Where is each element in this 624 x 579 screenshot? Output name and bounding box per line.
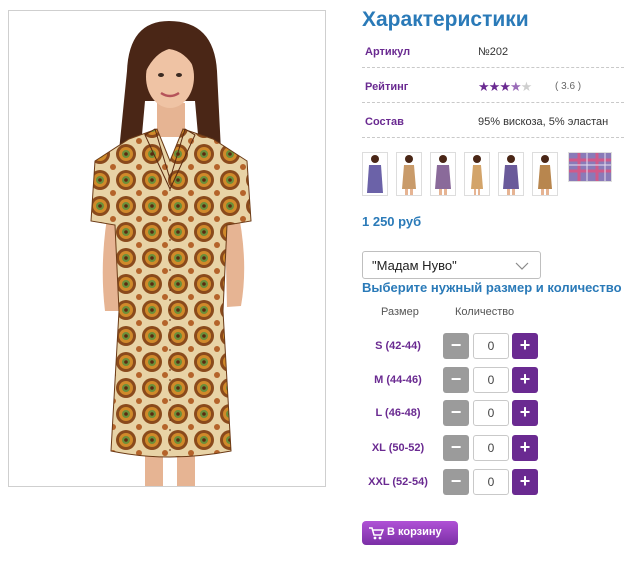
add-to-cart-button[interactable]: В корзину [362,521,458,545]
size-label: S (42-44) [375,340,421,352]
increase-button[interactable]: + [512,400,538,426]
brand-select-value: "Мадам Нуво" [372,258,457,273]
decrease-button[interactable]: − [443,333,469,359]
increase-button[interactable]: + [512,367,538,393]
size-column-header: Размер [381,306,419,318]
size-prompt: Выберите нужный размер и количество [362,280,622,295]
attribute-label: Состав [365,116,404,128]
size-row-xl: XL (50-52) − 0 + [362,435,562,461]
decrease-button[interactable]: − [443,367,469,393]
section-title: Характеристики [362,8,529,31]
quantity-input[interactable]: 0 [473,400,509,426]
thumbnail-image[interactable] [568,152,612,182]
thumbnail-image[interactable] [464,152,490,196]
attribute-label: Артикул [365,46,411,58]
decrease-button[interactable]: − [443,400,469,426]
star-icon: ★ [520,79,533,94]
size-label: M (44-46) [374,374,422,386]
attribute-value: №202 [478,46,509,58]
attribute-article: Артикул №202 [362,33,624,68]
cart-icon [368,526,385,543]
increase-button[interactable]: + [512,435,538,461]
size-row-xxl: XXL (52-54) − 0 + [362,469,562,495]
brand-select[interactable]: "Мадам Нуво" [362,251,541,279]
size-label: XL (50-52) [371,442,425,454]
thumbnail-image[interactable] [498,152,524,196]
thumbnail-image[interactable] [362,152,388,196]
star-icon: ★ [509,79,522,94]
quantity-column-header: Количество [455,306,515,318]
attribute-rating: Рейтинг ★★★★★ ( 3.6 ) [362,68,624,103]
increase-button[interactable]: + [512,333,538,359]
attribute-label: Рейтинг [365,81,409,93]
quantity-input[interactable]: 0 [473,435,509,461]
attribute-composition: Состав 95% вискоза, 5% эластан [362,103,624,138]
add-to-cart-label: В корзину [387,526,442,538]
quantity-input[interactable]: 0 [473,333,509,359]
quantity-input[interactable]: 0 [473,469,509,495]
thumbnail-image[interactable] [396,152,422,196]
dress-model-image [90,21,252,486]
star-icon: ★ [478,79,490,94]
size-row-s: S (42-44) − 0 + [362,333,562,359]
star-icon: ★ [499,79,511,94]
rating-stars[interactable]: ★★★★★ [478,79,533,95]
size-label: XXL (52-54) [368,476,428,488]
product-photo[interactable] [8,10,326,487]
size-row-l: L (46-48) − 0 + [362,400,562,426]
attribute-value: 95% вискоза, 5% эластан [478,116,609,128]
quantity-input[interactable]: 0 [473,367,509,393]
product-price: 1 250 руб [362,214,422,229]
size-label: L (46-48) [375,407,421,419]
decrease-button[interactable]: − [443,435,469,461]
rating-value: ( 3.6 ) [555,81,582,92]
star-icon: ★ [488,79,501,94]
decrease-button[interactable]: − [443,469,469,495]
size-row-m: M (44-46) − 0 + [362,367,562,393]
increase-button[interactable]: + [512,469,538,495]
thumbnail-image[interactable] [532,152,558,196]
thumbnail-image[interactable] [430,152,456,196]
chevron-down-icon [514,259,530,277]
